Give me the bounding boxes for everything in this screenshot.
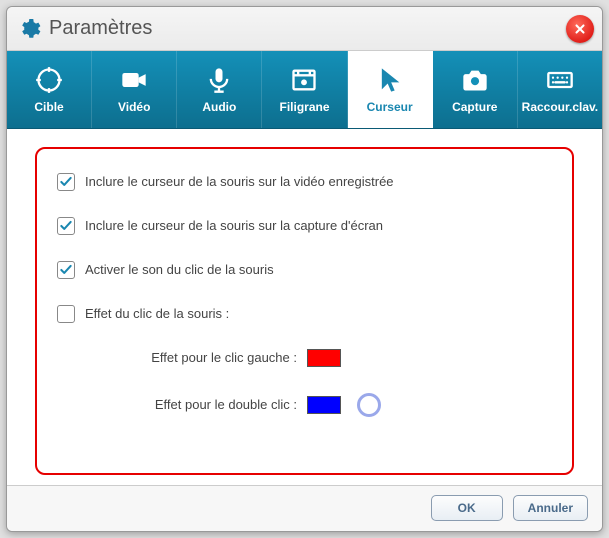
click-ring-preview [357, 393, 381, 417]
option-label: Inclure le curseur de la souris sur la c… [85, 218, 383, 233]
cancel-button[interactable]: Annuler [513, 495, 588, 521]
tab-label: Cible [34, 100, 63, 114]
tab-label: Curseur [367, 100, 413, 114]
checkbox-click-sound[interactable] [57, 261, 75, 279]
tab-raccourclav[interactable]: Raccour.clav. [518, 51, 602, 127]
double-click-effect-row: Effet pour le double clic : [57, 393, 552, 417]
left-click-color-swatch[interactable] [307, 349, 341, 367]
ok-button[interactable]: OK [431, 495, 503, 521]
target-icon [35, 66, 63, 94]
keyboard-icon [546, 66, 574, 94]
tab-label: Vidéo [118, 100, 150, 114]
tab-bar: Cible Vidéo Audio Filigrane Curseur [7, 51, 602, 128]
tab-filigrane[interactable]: Filigrane [262, 51, 347, 127]
checkbox-include-cursor-video[interactable] [57, 173, 75, 191]
cursor-options-panel: Inclure le curseur de la souris sur la v… [35, 147, 574, 475]
left-click-label: Effet pour le clic gauche : [117, 350, 297, 365]
title-bar: Paramètres [7, 7, 602, 51]
option-row: Effet du clic de la souris : [57, 305, 552, 323]
double-click-color-swatch[interactable] [307, 396, 341, 414]
tab-audio[interactable]: Audio [177, 51, 262, 127]
camera-icon [461, 66, 489, 94]
settings-window: Paramètres Cible Vidéo Audio [6, 6, 603, 532]
double-click-label: Effet pour le double clic : [117, 397, 297, 412]
footer: OK Annuler [7, 485, 602, 531]
option-row: Inclure le curseur de la souris sur la v… [57, 173, 552, 191]
left-click-effect-row: Effet pour le clic gauche : [57, 349, 552, 367]
cursor-icon [376, 66, 404, 94]
checkbox-click-effect[interactable] [57, 305, 75, 323]
tab-label: Capture [452, 100, 497, 114]
tab-video[interactable]: Vidéo [92, 51, 177, 127]
option-row: Activer le son du clic de la souris [57, 261, 552, 279]
checkbox-include-cursor-screenshot[interactable] [57, 217, 75, 235]
tab-cible[interactable]: Cible [7, 51, 92, 127]
option-label: Effet du clic de la souris : [85, 306, 229, 321]
video-icon [120, 66, 148, 94]
option-row: Inclure le curseur de la souris sur la c… [57, 217, 552, 235]
close-button[interactable] [566, 15, 594, 43]
tab-label: Audio [202, 100, 236, 114]
microphone-icon [205, 66, 233, 94]
option-label: Inclure le curseur de la souris sur la v… [85, 174, 394, 189]
watermark-icon [290, 66, 318, 94]
gear-icon [17, 17, 41, 41]
tab-capture[interactable]: Capture [433, 51, 518, 127]
option-label: Activer le son du clic de la souris [85, 262, 274, 277]
tab-label: Raccour.clav. [522, 100, 599, 114]
content-area: Inclure le curseur de la souris sur la v… [7, 129, 602, 485]
tab-label: Filigrane [279, 100, 329, 114]
window-title: Paramètres [49, 17, 152, 40]
tab-curseur[interactable]: Curseur [348, 51, 433, 127]
